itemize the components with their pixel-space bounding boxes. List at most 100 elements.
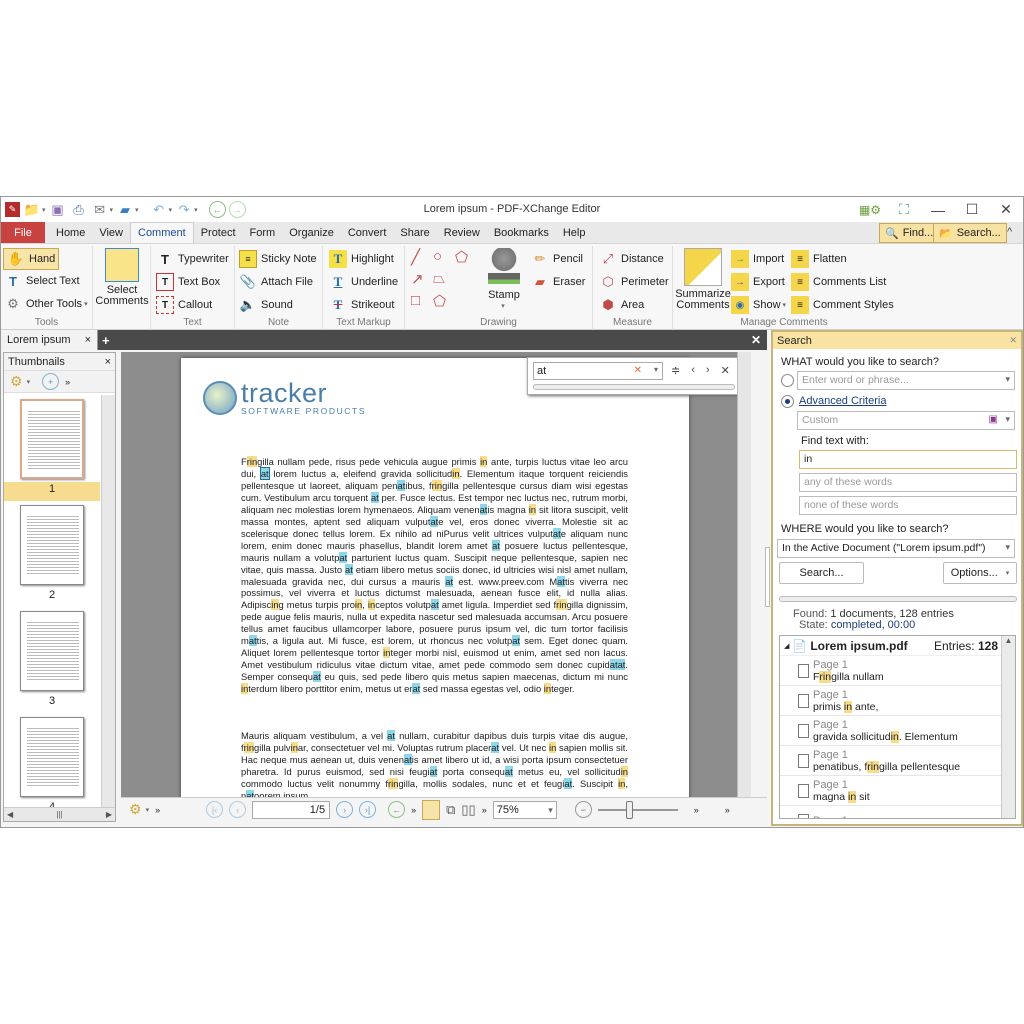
thumbnail-page[interactable]: 3 [4, 607, 100, 713]
menu-review[interactable]: Review [437, 222, 487, 243]
collapse-ribbon-icon[interactable]: ^ [1007, 226, 1012, 238]
dropdown-arrow-icon[interactable]: ▾ [135, 206, 139, 214]
chevron-down-icon[interactable]: ▾ [146, 806, 150, 814]
menu-view[interactable]: View [92, 222, 130, 243]
dropdown-arrow-icon[interactable]: ▾ [194, 206, 198, 214]
criteria-preset-select[interactable]: Custom ▣ [797, 411, 1015, 430]
close-tab-icon[interactable]: × [85, 334, 91, 346]
minimize-button[interactable]: — [921, 202, 955, 218]
underline-tool[interactable]: T Underline [329, 273, 398, 291]
next-page-button[interactable]: › [336, 801, 354, 818]
eraser-tool[interactable]: ▰ Eraser [531, 273, 585, 291]
find-input[interactable]: at ✕ ▾ [533, 362, 663, 380]
menu-home[interactable]: Home [49, 222, 92, 243]
thumbnail-page[interactable]: 2 [4, 501, 100, 607]
find-options-icon[interactable]: ≑ [671, 364, 680, 377]
scroll-left-icon[interactable]: ◀ [7, 810, 13, 819]
scroll-up-icon[interactable]: ▲ [1002, 636, 1015, 645]
dropdown-arrow-icon[interactable]: ▾ [169, 206, 173, 214]
clear-find-icon[interactable]: ✕ [634, 365, 642, 376]
menu-help[interactable]: Help [556, 222, 593, 243]
advanced-criteria-label[interactable]: Advanced Criteria [799, 395, 886, 407]
single-page-view-icon[interactable] [422, 799, 441, 820]
zoom-select[interactable]: 75% [492, 800, 557, 819]
scan-icon[interactable]: ▰ [116, 202, 134, 218]
menu-bookmarks[interactable]: Bookmarks [487, 222, 556, 243]
other-tools-dropdown[interactable]: ⚙ Other Tools ▾ [4, 295, 87, 313]
view-options-icon[interactable]: ⚙ [129, 801, 142, 818]
menu-organize[interactable]: Organize [282, 222, 341, 243]
email-icon[interactable]: ✉ [91, 202, 109, 218]
zoom-slider[interactable] [597, 800, 678, 819]
show-comments-dropdown[interactable]: ◉ Show ▾ [731, 296, 786, 314]
line-icon[interactable]: ╱ [411, 248, 433, 266]
polygon-line-icon[interactable]: ⏢ [433, 270, 455, 288]
comments-list-button[interactable]: ≡ Comments List [791, 273, 886, 291]
search-result-item[interactable]: Page 1 magna in sit [780, 776, 1002, 806]
chevron-down-icon[interactable]: ▾ [27, 378, 31, 386]
open-folder-icon[interactable]: 📁 [23, 202, 41, 218]
run-search-button[interactable]: Search... [779, 562, 864, 584]
menu-convert[interactable]: Convert [341, 222, 394, 243]
find-next-icon[interactable]: › [706, 364, 710, 377]
stamp-button[interactable]: Stamp ▾ [483, 248, 525, 312]
results-scrollbar[interactable]: ▲ [1001, 636, 1015, 818]
typewriter-tool[interactable]: T Typewriter [156, 250, 229, 268]
zoom-slider-thumb[interactable] [625, 800, 633, 819]
last-page-button[interactable]: ›| [359, 801, 377, 818]
chevron-down-icon[interactable]: ▾ [654, 365, 658, 374]
previous-page-button[interactable]: ‹ [229, 801, 247, 818]
phrase-input[interactable]: Enter word or phrase... [797, 371, 1015, 390]
fullscreen-icon[interactable]: ⛶ [887, 201, 921, 218]
result-file-row[interactable]: ◢ 📄 Lorem ipsum.pdf Entries: 128 [780, 636, 1002, 656]
more-options-icon[interactable]: » [482, 805, 487, 815]
callout-tool[interactable]: T Callout [156, 296, 212, 314]
redo-icon[interactable]: ↷ [175, 202, 193, 218]
maximize-button[interactable]: ☐ [955, 201, 989, 218]
two-page-view-icon[interactable]: ▯▯ [461, 802, 475, 818]
attach-file-tool[interactable]: 📎 Attach File [239, 273, 313, 291]
search-result-item[interactable]: Page 1 Fringilla nullam [780, 656, 1002, 686]
strikeout-tool[interactable]: T Strikeout [329, 296, 395, 314]
previous-view-button[interactable]: ← [388, 801, 406, 818]
none-words-input[interactable]: none of these words [799, 496, 1017, 515]
hand-tool[interactable]: ✋ Hand [3, 248, 60, 270]
flatten-comments-button[interactable]: ≡ Flatten [791, 250, 847, 268]
find-previous-icon[interactable]: ‹ [691, 364, 695, 377]
first-page-button[interactable]: |‹ [206, 801, 224, 818]
page-number-input[interactable]: 1/5 [252, 800, 331, 819]
simple-search-radio[interactable] [781, 374, 794, 387]
thumbnail-page[interactable]: 4 [4, 713, 100, 807]
highlight-tool[interactable]: T Highlight [329, 250, 394, 268]
select-comments-button[interactable]: Select Comments [95, 248, 149, 307]
advanced-criteria-radio[interactable] [781, 395, 794, 408]
close-panel-icon[interactable]: ✕ [1009, 335, 1017, 346]
oval-icon[interactable]: ○ [433, 248, 455, 266]
summarize-comments-button[interactable]: Summarize Comments [675, 248, 731, 311]
dropdown-arrow-icon[interactable]: ▾ [42, 206, 46, 214]
save-preset-icon[interactable]: ▣ [989, 414, 998, 425]
add-tab-icon[interactable]: + [102, 333, 110, 348]
scroll-right-icon[interactable]: ▶ [106, 810, 112, 819]
export-comments-button[interactable]: → Export [731, 273, 785, 291]
close-pane-icon[interactable]: × [105, 356, 111, 368]
distance-tool[interactable]: ⤢ Distance [599, 250, 664, 268]
menu-share[interactable]: Share [393, 222, 436, 243]
save-icon[interactable]: ▣ [49, 202, 67, 218]
arrow-icon[interactable]: ↗ [411, 270, 433, 288]
zoom-in-thumbnails-icon[interactable]: + [42, 373, 60, 390]
text-box-tool[interactable]: T Text Box [156, 273, 220, 291]
search-result-item[interactable]: Page 1 primis in ante, [780, 686, 1002, 716]
options-button[interactable]: Options... ▾ [943, 562, 1017, 584]
search-result-item[interactable]: Page 1 penatibus, fringilla pellentesque [780, 746, 1002, 776]
pencil-tool[interactable]: ✏ Pencil [531, 250, 583, 268]
comment-styles-button[interactable]: ≡ Comment Styles [791, 296, 894, 314]
sound-tool[interactable]: 🔈 Sound [239, 296, 293, 314]
search-button[interactable]: 📂 Search... [933, 223, 1007, 243]
close-button[interactable]: ✕ [989, 201, 1023, 218]
close-find-icon[interactable]: ✕ [721, 364, 730, 377]
more-options-icon[interactable]: » [411, 805, 416, 815]
thumbnails-horizontal-scrollbar[interactable]: ◀ ||| ▶ [4, 807, 115, 821]
panel-splitter[interactable] [765, 547, 770, 607]
area-tool[interactable]: ⬢ Area [599, 296, 644, 314]
